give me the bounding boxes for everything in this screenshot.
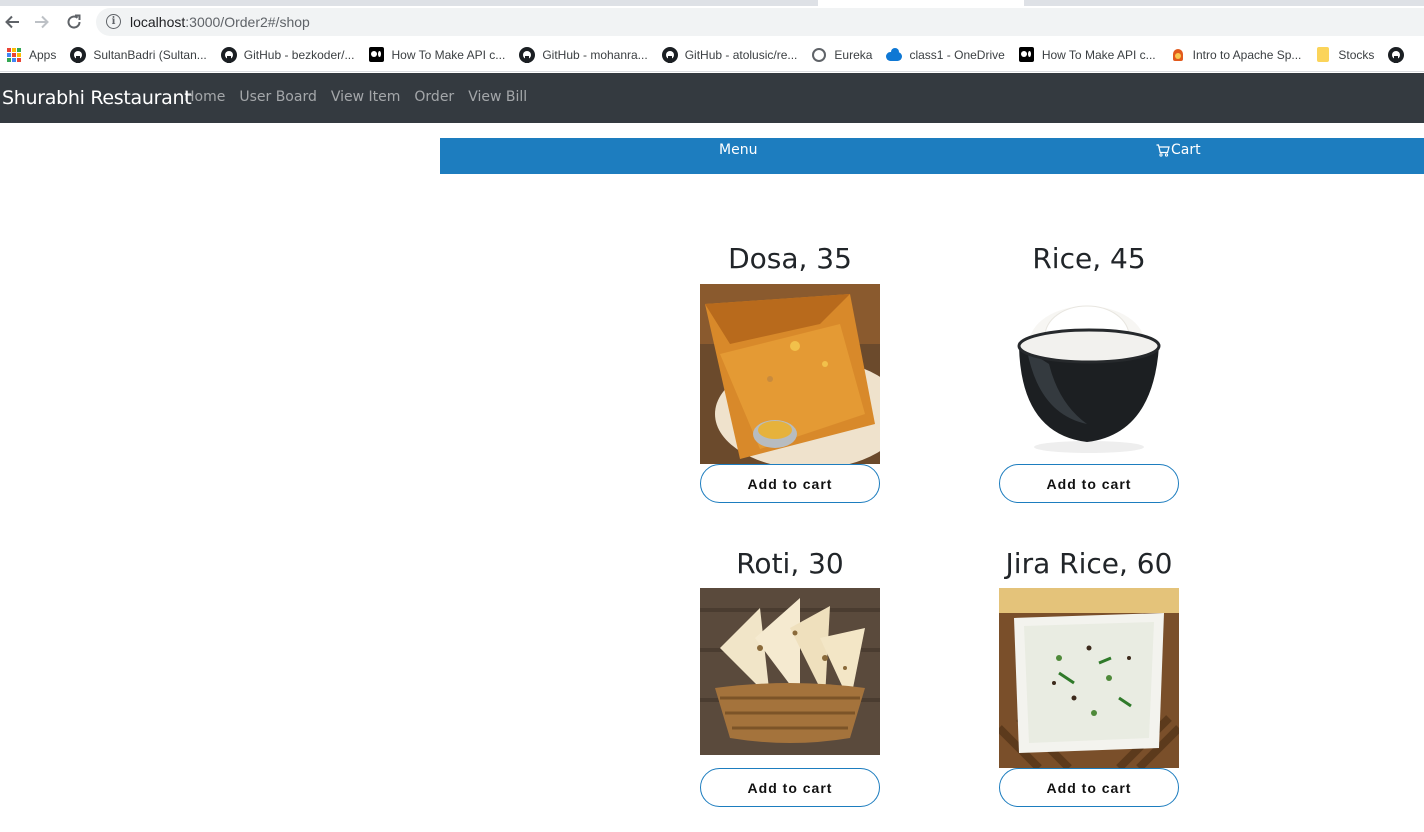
- tab-cart[interactable]: Cart: [1156, 142, 1201, 158]
- add-to-cart-button[interactable]: Add to cart: [999, 768, 1179, 807]
- tab-menu[interactable]: Menu: [719, 142, 757, 158]
- bookmark-label: How To Make API c...: [391, 47, 506, 62]
- globe-icon: [811, 47, 827, 63]
- nav-link-order[interactable]: Order: [407, 89, 461, 105]
- nav-link-home[interactable]: Home: [177, 89, 232, 105]
- product-image-jira-rice: [999, 588, 1179, 768]
- medium-icon: [1019, 47, 1035, 63]
- url-path: :3000/Order2#/shop: [185, 14, 310, 30]
- forward-arrow-icon[interactable]: [30, 10, 54, 34]
- github-icon: [220, 46, 237, 63]
- bookmark-label: GitHub - atolusic/re...: [684, 47, 798, 62]
- github-icon: [1388, 46, 1405, 63]
- bookmark-item[interactable]: class1 - OneDrive: [880, 41, 1012, 69]
- url-text[interactable]: localhost:3000/Order2#/shop: [130, 14, 310, 30]
- reload-icon[interactable]: [62, 10, 86, 34]
- bookmark-label: Eureka: [834, 47, 873, 62]
- bookmark-item[interactable]: GitHub - bezkoder/...: [215, 41, 363, 69]
- nav-links: Home User Board View Item Order View Bil…: [177, 89, 534, 105]
- bookmarks-bar: Apps SultanBadri (Sultan... GitHub - bez…: [0, 38, 1424, 72]
- cart-icon: [1156, 143, 1170, 157]
- add-to-cart-button[interactable]: Add to cart: [999, 464, 1179, 503]
- github-icon: [661, 46, 678, 63]
- bookmark-label: Intro to Apache Sp...: [1192, 47, 1302, 62]
- github-icon: [519, 46, 536, 63]
- product-image-roti: [700, 588, 880, 768]
- bookmark-item[interactable]: Intro to Apache Sp...: [1164, 41, 1310, 69]
- product-title: Rice, 45: [1032, 242, 1146, 275]
- add-to-cart-button[interactable]: Add to cart: [700, 768, 880, 807]
- bookmark-item[interactable]: SultanBadri (Sultan...: [64, 41, 214, 69]
- url-host: localhost: [130, 14, 186, 30]
- bookmark-label: class1 - OneDrive: [909, 47, 1005, 62]
- bookmark-overflow[interactable]: [1382, 41, 1419, 69]
- bookmark-apps[interactable]: Apps: [0, 41, 64, 69]
- onedrive-icon: [886, 47, 903, 63]
- bookmark-item[interactable]: GitHub - mohanra...: [513, 41, 655, 69]
- nav-link-view-bill[interactable]: View Bill: [461, 89, 534, 105]
- nav-link-user-board[interactable]: User Board: [232, 89, 324, 105]
- product-title: Roti, 30: [736, 547, 844, 580]
- bookmark-item[interactable]: Stocks: [1309, 41, 1382, 69]
- folder-icon: [1315, 47, 1331, 63]
- bookmark-item[interactable]: GitHub - atolusic/re...: [656, 41, 806, 69]
- app-navbar: Shurabhi Restaurant Home User Board View…: [0, 73, 1424, 123]
- bookmark-label: GitHub - bezkoder/...: [243, 47, 355, 62]
- bookmark-label: How To Make API c...: [1041, 47, 1156, 62]
- bookmark-label: Stocks: [1338, 47, 1375, 62]
- bookmark-item[interactable]: How To Make API c...: [1013, 41, 1164, 69]
- medium-icon: [368, 47, 384, 63]
- browser-toolbar: i localhost:3000/Order2#/shop: [0, 6, 1424, 38]
- navbar-brand[interactable]: Shurabhi Restaurant: [2, 87, 192, 109]
- bookmark-label: SultanBadri (Sultan...: [93, 47, 207, 62]
- bookmark-item[interactable]: How To Make API c...: [362, 41, 513, 69]
- product-title: Jira Rice, 60: [1005, 547, 1173, 580]
- product-image-rice: [999, 284, 1179, 464]
- site-info-icon[interactable]: i: [106, 14, 121, 29]
- product-image-dosa: [700, 284, 880, 464]
- spark-icon: [1170, 47, 1186, 63]
- apps-grid-icon: [6, 47, 22, 63]
- bookmark-label: Apps: [29, 47, 57, 62]
- bookmark-item[interactable]: Eureka: [805, 41, 880, 69]
- github-icon: [70, 46, 87, 63]
- cart-label: Cart: [1171, 142, 1201, 158]
- add-to-cart-button[interactable]: Add to cart: [700, 464, 880, 503]
- back-arrow-icon[interactable]: [0, 10, 24, 34]
- address-bar[interactable]: i localhost:3000/Order2#/shop: [96, 8, 1424, 36]
- menu-cart-bar: Menu Cart: [440, 138, 1424, 174]
- nav-link-view-item[interactable]: View Item: [324, 89, 408, 105]
- product-title: Dosa, 35: [728, 242, 852, 275]
- bookmark-label: GitHub - mohanra...: [542, 47, 648, 62]
